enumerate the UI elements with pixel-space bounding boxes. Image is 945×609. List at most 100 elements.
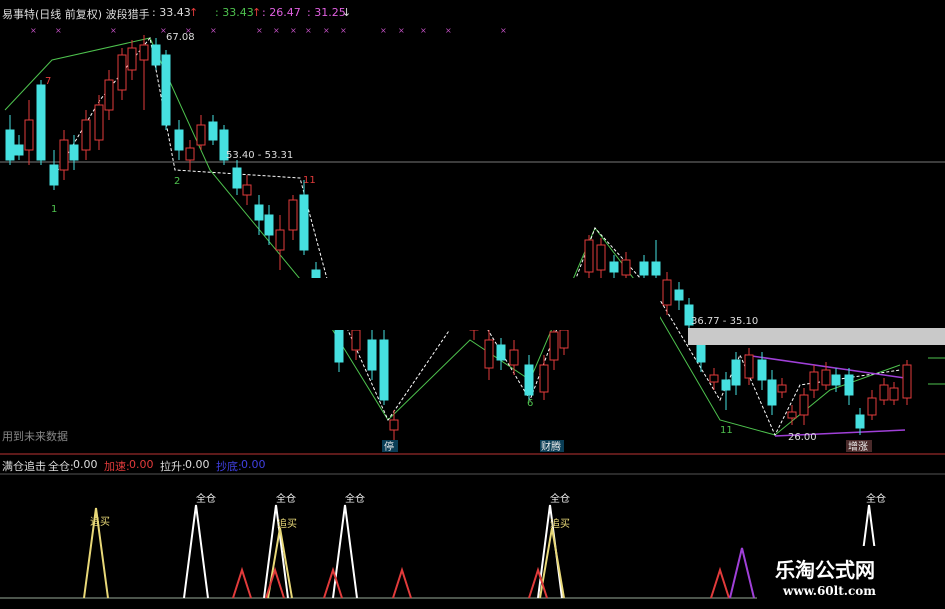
signal-label: 全仓: [276, 492, 296, 505]
candle-body: [809, 371, 819, 391]
candle-body: [757, 359, 767, 381]
candle-body: [379, 339, 389, 401]
marker-label: 停: [384, 440, 394, 453]
sub-item-label: 拉升:: [160, 460, 186, 473]
arrow-up-icon: ↑: [189, 6, 199, 19]
candle-body: [744, 354, 754, 379]
candle-body: [117, 54, 127, 91]
value-2: : 33.43: [215, 6, 254, 19]
candle-body: [242, 184, 252, 196]
svg-text:×: ×: [210, 26, 217, 35]
candle-body: [844, 374, 854, 396]
value-4: : 31.25: [307, 6, 346, 19]
candle-body: [264, 214, 274, 236]
candle-body: [49, 164, 59, 186]
svg-text:×: ×: [55, 26, 62, 35]
candle-body: [559, 329, 569, 349]
candle-body: [584, 239, 594, 273]
low-price-label: 26.00: [788, 432, 817, 443]
sub-item-value: 0.00: [73, 458, 98, 471]
signal-label: 全仓: [196, 492, 216, 505]
candle-body: [799, 394, 809, 416]
candle-body: [24, 119, 34, 151]
candle-body: [81, 119, 91, 151]
signal-label: 追买: [550, 517, 570, 530]
wave-label: 11: [303, 175, 316, 186]
signal-peak: [232, 566, 252, 599]
candle-body: [161, 54, 171, 126]
svg-text:×: ×: [110, 26, 117, 35]
candle-body: [484, 339, 494, 369]
candle-body: [59, 139, 69, 171]
candle-body: [288, 199, 298, 231]
candle-body: [621, 259, 631, 276]
candle-body: [596, 244, 606, 271]
candle-body: [151, 44, 161, 66]
svg-text:×: ×: [256, 26, 263, 35]
high-price-label: 67.08: [166, 32, 195, 43]
candle-body: [767, 379, 777, 406]
svg-text:×: ×: [340, 26, 347, 35]
candle-body: [174, 129, 184, 151]
signal-peak: [183, 504, 209, 599]
candle-body: [777, 384, 787, 393]
value-3: : 26.47: [262, 6, 301, 19]
candle-body: [696, 344, 706, 363]
resistance-band: [688, 328, 945, 345]
sub-item-label: 加速:: [104, 460, 130, 473]
candle-body: [496, 344, 506, 361]
svg-text:×: ×: [500, 26, 507, 35]
sub-item-value: 0.00: [185, 458, 210, 471]
candle-body: [232, 167, 242, 189]
candle-body: [524, 364, 534, 396]
candle-body: [127, 47, 137, 71]
wave-label: 6: [527, 398, 533, 409]
range-label-1: 53.40 - 53.31: [226, 150, 293, 161]
candle-body: [5, 129, 15, 161]
signal-label: 全仓: [345, 492, 365, 505]
range-label-2: 36.77 - 35.10: [691, 316, 758, 327]
candle-body: [539, 364, 549, 393]
sub-item-value: 0.00: [241, 458, 266, 471]
svg-text:×: ×: [305, 26, 312, 35]
candle-body: [367, 339, 377, 371]
candle-body: [855, 414, 865, 429]
arrow-up-icon: ↑: [252, 6, 262, 19]
candle-body: [208, 121, 218, 141]
candle-body: [36, 84, 46, 161]
signal-label: 追买: [90, 515, 110, 528]
candle-body: [889, 387, 899, 401]
signal-peak: [729, 547, 755, 599]
signal-label: 追买: [277, 517, 297, 530]
chart-title: 易事特(日线 前复权) 波段猎手: [2, 8, 150, 21]
candle-body: [902, 364, 912, 399]
candle-body: [549, 331, 559, 361]
candle-body: [831, 374, 841, 386]
candle-body: [94, 104, 104, 141]
sub-item-label: 全仓:: [48, 460, 74, 473]
candle-body: [709, 374, 719, 383]
candle-body: [139, 44, 149, 61]
candle-body: [69, 144, 79, 161]
signal-peak: [710, 566, 730, 599]
candle-body: [662, 279, 672, 306]
value-1: : 33.43: [152, 6, 191, 19]
svg-text:×: ×: [273, 26, 280, 35]
svg-text:×: ×: [380, 26, 387, 35]
candle-body: [731, 359, 741, 386]
candle-body: [351, 329, 361, 351]
candle-body: [104, 79, 114, 111]
sub-item-label: 抄底:: [216, 460, 242, 473]
redacted-area: [286, 278, 660, 330]
signal-peak: [392, 566, 412, 599]
marker-label: 增涨: [848, 440, 868, 453]
candle-body: [651, 261, 661, 276]
svg-text:×: ×: [290, 26, 297, 35]
candle-body: [639, 261, 649, 276]
logo-name: 乐淘公式网: [775, 558, 875, 582]
site-logo: 乐淘公式网 www.60lt.com: [757, 546, 945, 609]
svg-text:×: ×: [30, 26, 37, 35]
candle-body: [14, 144, 24, 156]
candle-body: [674, 289, 684, 301]
logo-url: www.60lt.com: [783, 584, 876, 598]
